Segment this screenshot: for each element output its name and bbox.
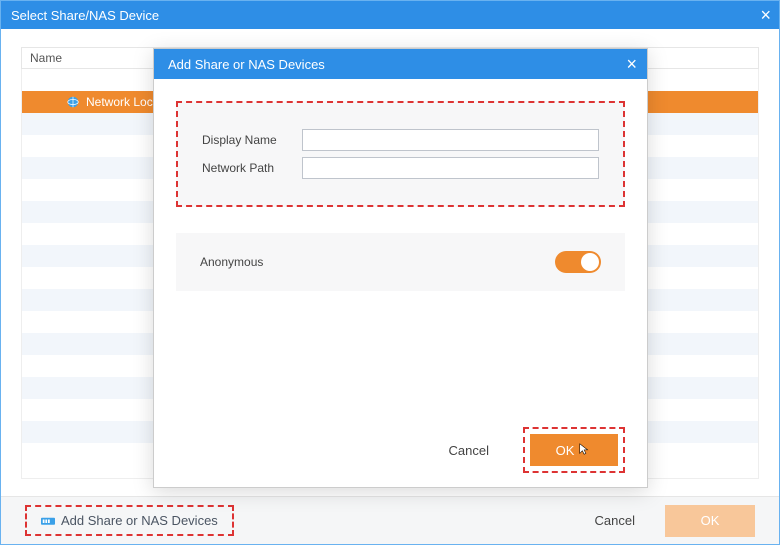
network-location-icon xyxy=(66,95,80,109)
select-share-titlebar: Select Share/NAS Device × xyxy=(1,1,779,29)
tree-header-name: Name xyxy=(30,51,62,65)
add-share-footer: Cancel OK xyxy=(154,427,647,473)
network-path-row: Network Path xyxy=(202,157,599,179)
ok-button-highlight: OK xyxy=(523,427,625,473)
anonymous-toggle[interactable] xyxy=(555,251,601,273)
select-share-title: Select Share/NAS Device xyxy=(11,8,159,23)
add-share-link[interactable]: Add Share or NAS Devices xyxy=(33,509,226,532)
network-path-input[interactable] xyxy=(302,157,599,179)
cancel-button[interactable]: Cancel xyxy=(427,434,511,466)
ok-button[interactable]: OK xyxy=(665,505,755,537)
add-share-title: Add Share or NAS Devices xyxy=(168,57,325,72)
display-name-label: Display Name xyxy=(202,133,302,147)
add-share-body: Display Name Network Path Anonymous Canc… xyxy=(154,79,647,487)
network-path-label: Network Path xyxy=(202,161,302,175)
display-name-input[interactable] xyxy=(302,129,599,151)
toggle-knob xyxy=(581,253,599,271)
form-highlight-zone: Display Name Network Path xyxy=(176,101,625,207)
add-share-highlight: Add Share or NAS Devices xyxy=(25,505,234,536)
cancel-button[interactable]: Cancel xyxy=(573,505,657,537)
display-name-row: Display Name xyxy=(202,129,599,151)
add-share-label: Add Share or NAS Devices xyxy=(61,513,218,528)
close-icon[interactable]: × xyxy=(626,54,637,75)
anonymous-row: Anonymous xyxy=(176,233,625,291)
select-share-footer: Add Share or NAS Devices Cancel OK xyxy=(1,496,779,544)
cursor-icon xyxy=(578,442,592,459)
anonymous-label: Anonymous xyxy=(200,255,263,269)
nas-device-icon xyxy=(41,515,55,527)
ok-button[interactable]: OK xyxy=(530,434,618,466)
add-share-titlebar: Add Share or NAS Devices × xyxy=(154,49,647,79)
add-share-modal: Add Share or NAS Devices × Display Name … xyxy=(153,48,648,488)
tree-item-label: Network Loc xyxy=(86,95,153,109)
ok-label: OK xyxy=(556,443,575,458)
close-icon[interactable]: × xyxy=(760,5,771,26)
